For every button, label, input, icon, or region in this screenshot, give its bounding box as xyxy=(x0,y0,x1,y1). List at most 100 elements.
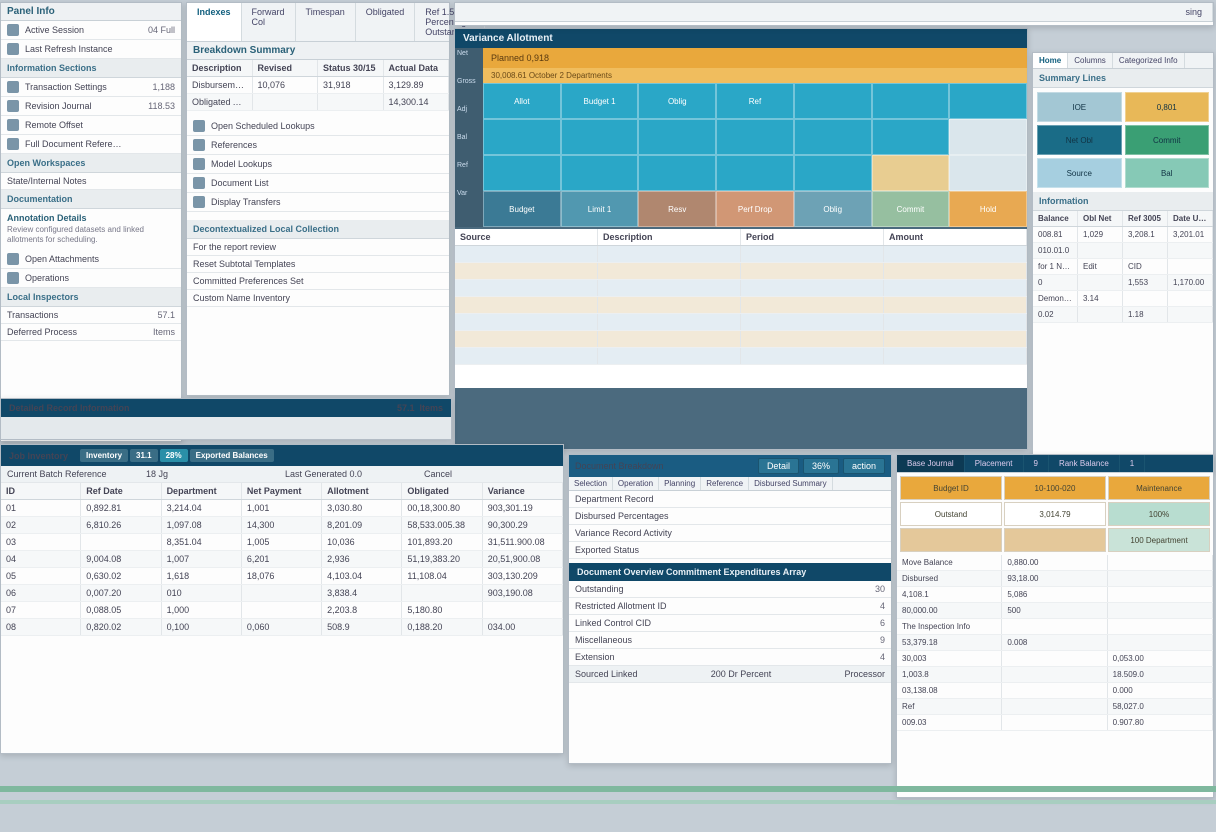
tm-col[interactable]: Source xyxy=(455,229,598,245)
treemap-grid[interactable]: AllotBudget 1ObligRefBudgetLimit 1ResvPe… xyxy=(483,83,1027,227)
table-row[interactable]: 010,892.813,214.041,0013,030.8000,18,300… xyxy=(1,500,563,517)
bc-tab[interactable]: Rank Balance xyxy=(1049,455,1120,472)
link-item[interactable]: Model Lookups xyxy=(187,155,449,174)
sidebar-item[interactable]: Revision Journal118.53 xyxy=(1,97,181,116)
bb-btn[interactable]: 36% xyxy=(803,458,839,474)
treemap-cell[interactable] xyxy=(561,155,639,191)
table-row[interactable]: 30,0030,053.00 xyxy=(897,651,1213,667)
treemap-cell[interactable] xyxy=(483,155,561,191)
table-row[interactable]: Ref58,027.0 xyxy=(897,699,1213,715)
treemap-cell[interactable] xyxy=(638,155,716,191)
bb-tab[interactable]: Reference xyxy=(701,477,749,490)
rb-col[interactable]: Ref 3005 xyxy=(1123,211,1168,226)
ba-sub[interactable]: Cancel xyxy=(424,469,557,479)
table-row[interactable]: 1,003.818.509.0 xyxy=(897,667,1213,683)
bb-item[interactable]: Outstanding30 xyxy=(569,581,891,598)
table-row[interactable] xyxy=(455,314,1027,331)
bc-tile[interactable]: Budget ID xyxy=(900,476,1002,500)
treemap-cell[interactable] xyxy=(872,83,950,119)
treemap-cell[interactable] xyxy=(794,155,872,191)
bc-tile[interactable] xyxy=(900,528,1002,552)
ba-sub[interactable]: 18 Jg xyxy=(146,469,279,479)
bc-tile[interactable]: Maintenance xyxy=(1108,476,1210,500)
rb-tab[interactable]: Home xyxy=(1033,53,1068,68)
treemap-cell[interactable] xyxy=(716,155,794,191)
table-row[interactable] xyxy=(455,331,1027,348)
col-head[interactable]: Actual Data xyxy=(384,60,450,76)
tab-3[interactable]: Obligated xyxy=(356,3,416,41)
bb-tab[interactable]: Disbursed Summary xyxy=(749,477,832,490)
table-row[interactable]: 0.021.18 xyxy=(1033,307,1213,323)
bb-link[interactable]: Department Record xyxy=(569,491,891,508)
ba-sub[interactable]: Last Generated 0.0 xyxy=(285,469,418,479)
ba-col[interactable]: Variance xyxy=(483,483,563,499)
treemap-cell[interactable]: Ref xyxy=(716,83,794,119)
treemap-cell[interactable] xyxy=(561,119,639,155)
treemap-cell[interactable] xyxy=(638,119,716,155)
link-item[interactable]: Reset Subtotal Templates xyxy=(187,256,449,273)
tm-col[interactable]: Period xyxy=(741,229,884,245)
table-row[interactable]: 010.01.0 xyxy=(1033,243,1213,259)
table-row[interactable]: 01,5531,170.00 xyxy=(1033,275,1213,291)
sidebar-item[interactable]: Deferred ProcessItems xyxy=(1,324,181,341)
rb-tile[interactable]: 0,801 xyxy=(1125,92,1210,122)
tab-0[interactable]: Indexes xyxy=(187,3,242,41)
table-row[interactable] xyxy=(455,246,1027,263)
rb-tile[interactable]: IOE xyxy=(1037,92,1122,122)
ba-sub[interactable]: Current Batch Reference xyxy=(7,469,140,479)
table-row[interactable]: The Inspection Info xyxy=(897,619,1213,635)
treemap-cell[interactable]: Limit 1 xyxy=(561,191,639,227)
tm-col[interactable]: Amount xyxy=(884,229,1027,245)
treemap-cell[interactable] xyxy=(794,119,872,155)
table-row[interactable] xyxy=(455,263,1027,280)
table-row[interactable]: 070,088.051,0002,203.85,180.80 xyxy=(1,602,563,619)
bc-tile[interactable] xyxy=(1004,528,1106,552)
treemap-cell[interactable]: Perf Drop xyxy=(716,191,794,227)
treemap-cell[interactable]: Commit xyxy=(872,191,950,227)
col-head[interactable]: Status 30/15 xyxy=(318,60,384,76)
table-row[interactable]: 080,820.020,1000,060508.90,188.20034.00 xyxy=(1,619,563,636)
sidebar-item[interactable]: Transactions57.1 xyxy=(1,307,181,324)
ba-col[interactable]: ID xyxy=(1,483,81,499)
rb-tab[interactable]: Categorized Info xyxy=(1113,53,1185,68)
bc-tile[interactable]: 100 Department xyxy=(1108,528,1210,552)
link-item[interactable]: Display Transfers xyxy=(187,193,449,212)
table-row[interactable]: Demonstration3.14 xyxy=(1033,291,1213,307)
bb-link[interactable]: Exported Status xyxy=(569,542,891,559)
table-row[interactable]: Disbursed93,18.00 xyxy=(897,571,1213,587)
ba-col[interactable]: Department xyxy=(162,483,242,499)
sidebar-item[interactable]: Remote Offset xyxy=(1,116,181,135)
table-row[interactable]: 049,004.081,0076,2012,93651,19,383.2020,… xyxy=(1,551,563,568)
table-row[interactable]: 53,379.180.008 xyxy=(897,635,1213,651)
bb-item[interactable]: Linked Control CID6 xyxy=(569,615,891,632)
rb-tile[interactable]: Commit xyxy=(1125,125,1210,155)
link-item[interactable]: Custom Name Inventory xyxy=(187,290,449,307)
treemap-cell[interactable] xyxy=(483,119,561,155)
treemap-cell[interactable]: Oblig xyxy=(794,191,872,227)
bb-item[interactable]: Miscellaneous9 xyxy=(569,632,891,649)
rb-col[interactable]: Date Used xyxy=(1168,211,1213,226)
table-row[interactable]: 060,007.200103,838.4903,190.08 xyxy=(1,585,563,602)
treemap-cell[interactable] xyxy=(949,83,1027,119)
rb-tab[interactable]: Columns xyxy=(1068,53,1113,68)
table-row[interactable]: 026,810.261,097.0814,3008,201.0958,533.0… xyxy=(1,517,563,534)
table-row[interactable] xyxy=(455,348,1027,365)
ba-tab[interactable]: 28% xyxy=(160,449,188,462)
treemap-cell[interactable] xyxy=(949,155,1027,191)
ba-col[interactable]: Obligated xyxy=(402,483,482,499)
bc-tile[interactable]: Outstand xyxy=(900,502,1002,526)
rb-col[interactable]: Balance xyxy=(1033,211,1078,226)
tm-col[interactable]: Description xyxy=(598,229,741,245)
table-row[interactable]: 80,000.00500 xyxy=(897,603,1213,619)
treemap-cell[interactable] xyxy=(794,83,872,119)
rb-col[interactable]: Obl Net xyxy=(1078,211,1123,226)
link-item[interactable]: References xyxy=(187,136,449,155)
tab-2[interactable]: Timespan xyxy=(296,3,356,41)
tab-1[interactable]: Forward Col xyxy=(242,3,296,41)
treemap-cell[interactable]: Allot xyxy=(483,83,561,119)
bb-tab[interactable]: Selection xyxy=(569,477,613,490)
table-row[interactable]: Obligated Amount 6,810/07 3,030.8014,300… xyxy=(187,94,449,111)
bc-tab[interactable]: 9 xyxy=(1024,455,1049,472)
table-row[interactable]: Move Balance0,880.00 xyxy=(897,555,1213,571)
col-head[interactable]: Description xyxy=(187,60,253,76)
